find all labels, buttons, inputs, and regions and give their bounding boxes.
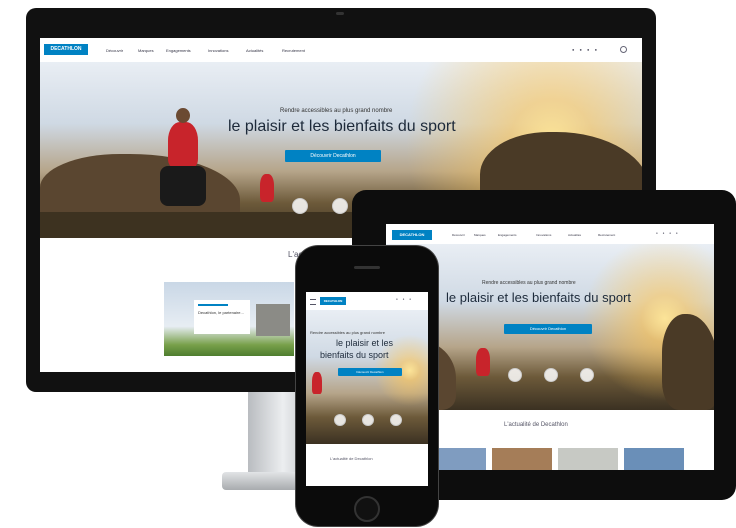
hero-subtitle: Rendre accessibles au plus grand nombre [280, 108, 393, 114]
desktop-news-card[interactable]: Decathlon, le partenaire... [164, 282, 294, 356]
phone-hero-title-line2: bienfaits du sport [320, 350, 389, 360]
tablet-news-thumb-3[interactable] [558, 448, 618, 470]
hero-cta-button[interactable]: Découvrir Decathlon [285, 150, 381, 162]
tablet-nav-discover[interactable]: Découvrir [452, 233, 465, 237]
tablet-cta-button[interactable]: Découvrir Decathlon [504, 324, 592, 334]
phone-speaker [354, 266, 380, 269]
phone-social-icons[interactable]: ● ● ● [396, 297, 413, 301]
social-icons[interactable]: ● ● ● ● [572, 47, 599, 52]
tablet-news-thumb-4[interactable] [624, 448, 684, 470]
tablet-hero-subtitle: Rendre accessibles au plus grand nombre [482, 280, 576, 286]
tablet-social-icons[interactable]: ● ● ● ● [656, 231, 680, 235]
search-icon[interactable] [620, 46, 627, 53]
globe-icon[interactable] [390, 414, 402, 426]
tablet-nav-recruitment[interactable]: Recrutement [598, 233, 615, 237]
shield-icon[interactable] [544, 368, 558, 382]
nav-item-discover[interactable]: Découvrir [106, 48, 123, 53]
hero-runner-head [176, 108, 190, 123]
phone-hero-subtitle: Rendre accessibles au plus grand nombre [310, 330, 385, 335]
phone-hero: Rendre accessibles au plus grand nombre … [306, 310, 428, 444]
phone-cta-button[interactable]: Découvrir Decathlon [338, 368, 402, 376]
tablet-navbar: DECATHLON Découvrir Marques Engagements … [386, 224, 714, 244]
card-building [256, 304, 290, 336]
desktop-logo[interactable]: DECATHLON [44, 44, 88, 55]
devices-icon[interactable] [508, 368, 522, 382]
tablet-hero-title: le plaisir et les bienfaits du sport [446, 290, 631, 305]
globe-icon[interactable] [580, 368, 594, 382]
tablet-nav-commitments[interactable]: Engagements [498, 233, 517, 237]
phone-device: DECATHLON ● ● ● Rendre accessibles au pl… [296, 246, 438, 526]
hero-runner-legs [160, 166, 206, 206]
tablet-nav-innovations[interactable]: Innovations [536, 233, 551, 237]
phone-section-title: L'actualité de Decathlon [330, 456, 373, 461]
shield-icon[interactable] [332, 198, 348, 214]
hamburger-icon[interactable] [310, 299, 316, 305]
phone-hero-title-line1: le plaisir et les [336, 338, 394, 348]
devices-icon[interactable] [334, 414, 346, 426]
tablet-nav-news[interactable]: Actualités [568, 233, 581, 237]
tablet-nav-brands[interactable]: Marques [474, 233, 486, 237]
nav-item-news[interactable]: Actualités [246, 48, 263, 53]
tablet-logo[interactable]: DECATHLON [392, 230, 432, 240]
card-overlay-tag [198, 304, 228, 306]
card-title: Decathlon, le partenaire... [198, 310, 244, 315]
phone-screen: DECATHLON ● ● ● Rendre accessibles au pl… [306, 292, 428, 486]
tablet-section-title: L'actualité de Decathlon [504, 422, 568, 428]
nav-item-innovations[interactable]: Innovations [208, 48, 228, 53]
devices-icon[interactable] [292, 198, 308, 214]
hero-runner-small [260, 174, 274, 202]
desktop-navbar: DECATHLON Découvrir Marques Engagements … [40, 38, 642, 63]
hero-title: le plaisir et les bienfaits du sport [228, 118, 456, 135]
phone-home-button[interactable] [354, 496, 380, 522]
nav-item-brands[interactable]: Marques [138, 48, 154, 53]
phone-navbar: DECATHLON ● ● ● [306, 292, 428, 310]
monitor-camera [336, 12, 344, 15]
nav-item-recruitment[interactable]: Recrutement [282, 48, 305, 53]
tablet-rocks-right [662, 314, 714, 410]
phone-runner [312, 372, 322, 394]
hero-runner-main [168, 122, 198, 168]
card-overlay: Decathlon, le partenaire... [194, 300, 250, 334]
phone-logo[interactable]: DECATHLON [320, 297, 346, 305]
nav-item-commitments[interactable]: Engagements [166, 48, 191, 53]
shield-icon[interactable] [362, 414, 374, 426]
tablet-news-thumb-2[interactable] [492, 448, 552, 470]
tablet-news-strip [426, 448, 686, 470]
tablet-runner [476, 348, 490, 376]
